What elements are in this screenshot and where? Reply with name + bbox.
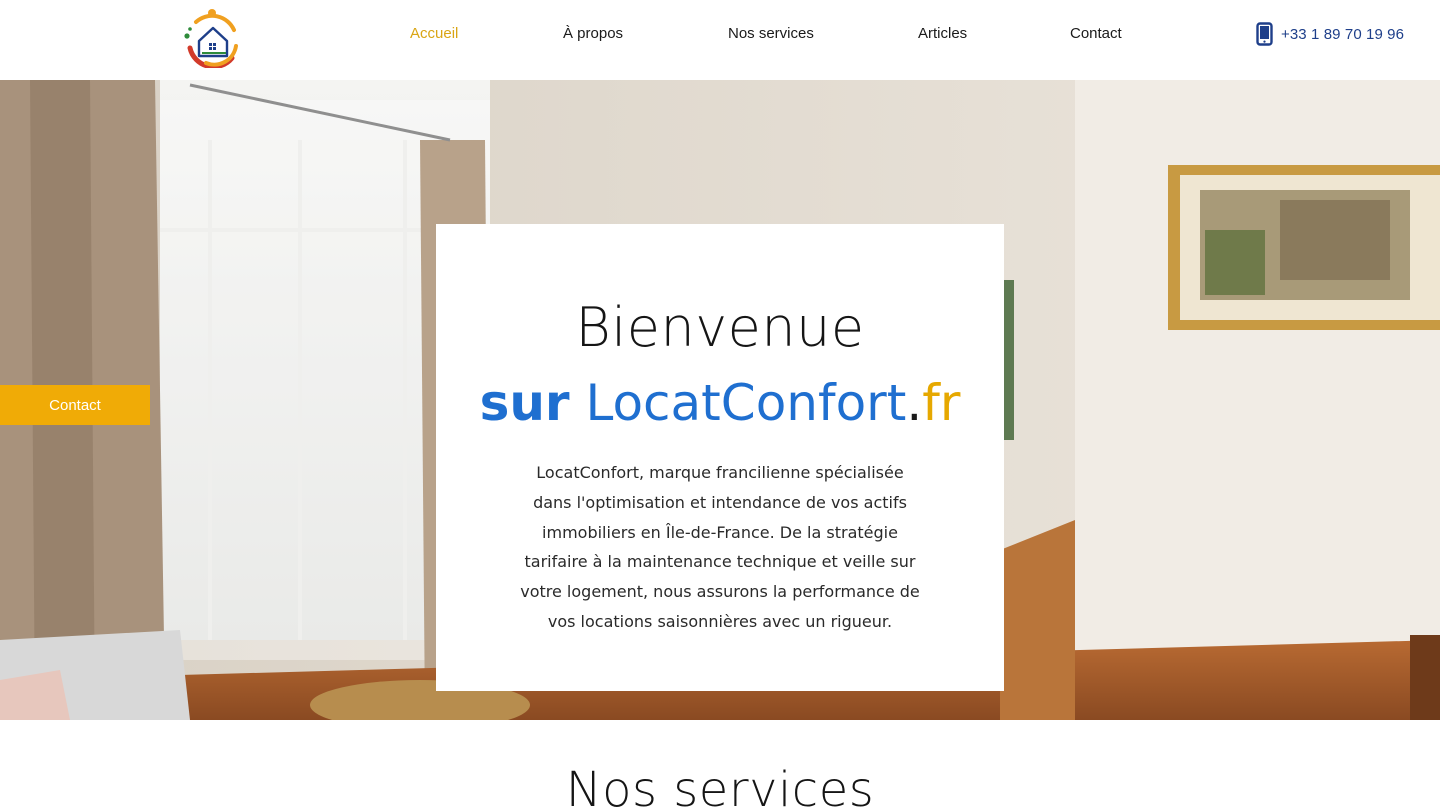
contact-side-tab[interactable]: Contact [0,385,150,425]
page-title: Bienvenue [575,296,865,359]
intro-paragraph: LocatConfort, marque francilienne spécia… [520,463,920,631]
welcome-card: Bienvenue sur LocatConfort.fr LocatConfo… [436,224,1004,691]
phone-link[interactable]: +33 1 89 70 19 96 [1256,22,1404,46]
subtitle-tld: fr [922,374,961,432]
subtitle-dot: . [906,374,923,432]
logo-icon[interactable] [182,8,240,70]
phone-number: +33 1 89 70 19 96 [1281,25,1405,43]
nav-item-contact[interactable]: Contact [1070,25,1122,42]
nav-item-articles[interactable]: Articles [918,25,967,42]
services-heading: Nos services [565,762,875,810]
phone-icon [1256,22,1273,46]
page-subtitle: sur LocatConfort.fr [436,372,1004,434]
nav-item-accueil[interactable]: Accueil [410,25,458,42]
subtitle-brand: LocatConfort [585,374,907,432]
subtitle-sur: sur [479,374,570,432]
site-header: Accueil À propos Nos services Articles C… [0,0,1440,80]
nav-item-a-propos[interactable]: À propos [563,25,623,42]
nav-item-nos-services[interactable]: Nos services [728,25,814,42]
